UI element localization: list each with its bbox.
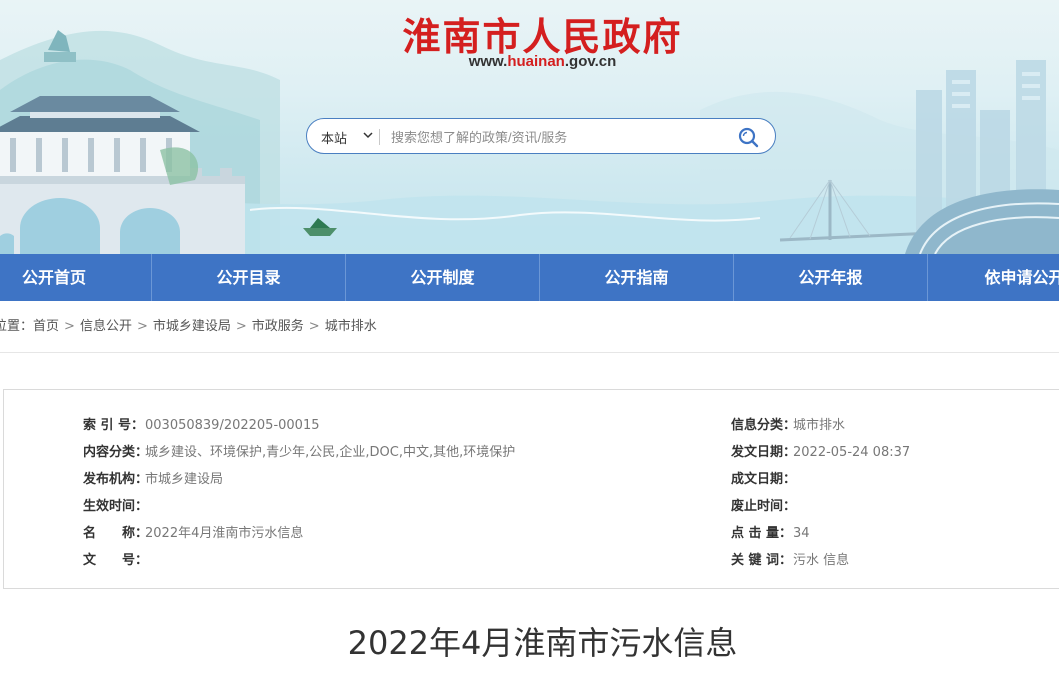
breadcrumb-separator: > [308,319,320,334]
info-keywords: 关 键 词：污水 信息 [731,553,850,568]
nav-item-annual-report[interactable]: 公开年报 [734,254,928,301]
breadcrumb-separator: > [235,319,247,334]
breadcrumb-item-info[interactable]: 信息公开 [80,319,132,334]
info-classification: 信息分类：城市排水 [731,418,846,433]
breadcrumb: 位置：首页 > 信息公开 > 市城乡建设局 > 市政服务 > 城市排水 [0,301,1059,353]
info-index-number: 索 引 号：003050839/202205-00015 [83,418,320,433]
breadcrumb-item-home[interactable]: 首页 [33,319,59,334]
nav-item-guide[interactable]: 公开指南 [540,254,734,301]
info-effective-date: 生效时间： [83,499,149,514]
search-scope-select[interactable]: 本站 [321,128,347,147]
info-publisher: 发布机构：市城乡建设局 [83,472,224,487]
info-issue-date: 发文日期：2022-05-24 08:37 [731,445,911,460]
document-info-box: 索 引 号：003050839/202205-00015 内容分类：城乡建设、环… [3,389,1059,589]
info-view-count: 点 击 量：34 [731,526,810,541]
search-icon[interactable] [737,126,759,148]
nav-item-catalog[interactable]: 公开目录 [152,254,346,301]
search-input[interactable] [391,125,721,149]
info-content-category: 内容分类：城乡建设、环境保护,青少年,公民,企业,DOC,中文,其他,环境保护 [83,445,516,460]
search-bar: 本站 [306,118,776,154]
site-url: www.huainan.gov.cn [0,53,1059,70]
breadcrumb-item-drainage[interactable]: 城市排水 [325,319,377,334]
breadcrumb-item-bureau[interactable]: 市城乡建设局 [153,319,231,334]
info-expiry-date: 废止时间： [731,499,797,514]
chevron-down-icon[interactable] [363,131,373,139]
main-nav: 公开首页 公开目录 公开制度 公开指南 公开年报 依申请公开 [0,254,1059,301]
nav-item-system[interactable]: 公开制度 [346,254,540,301]
breadcrumb-separator: > [136,319,148,334]
info-document-number: 文 号： [83,553,149,568]
site-url-prefix: www. [468,53,508,70]
site-url-highlight: huainan [507,53,565,70]
breadcrumb-separator: > [64,319,75,334]
site-url-suffix: .gov.cn [564,53,617,70]
article-title: 2022年4月淮南市污水信息 [347,624,738,662]
breadcrumb-lead: 位置： [0,319,34,334]
search-divider [379,129,380,145]
header-banner: 淮南市人民政府 www.huainan.gov.cn 本站 [0,0,1059,254]
breadcrumb-item-services[interactable]: 市政服务 [252,319,304,334]
info-written-date: 成文日期： [731,472,797,487]
nav-item-apply[interactable]: 依申请公开 [928,254,1059,301]
info-name: 名 称：2022年4月淮南市污水信息 [83,526,304,541]
nav-item-home[interactable]: 公开首页 [0,254,152,301]
